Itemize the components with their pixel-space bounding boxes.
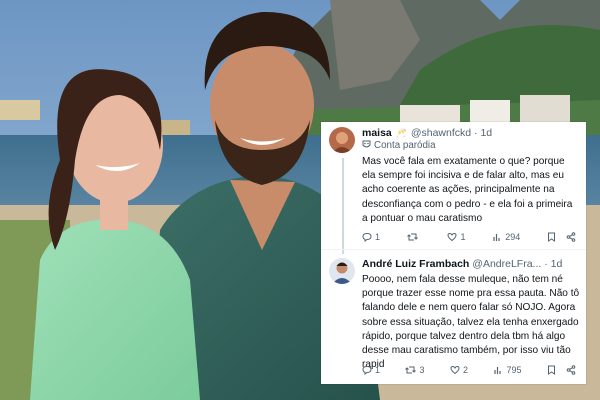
tweet-text: Mas você fala em exatamente o que? porqu… xyxy=(362,156,573,224)
display-name[interactable]: maisa xyxy=(362,127,392,139)
bookmark-icon[interactable] xyxy=(547,232,556,242)
views-button[interactable]: 294 xyxy=(492,232,520,242)
views-button[interactable]: 795 xyxy=(493,365,521,375)
reply-icon xyxy=(362,232,372,242)
tweet[interactable]: maisa 🥂 @shawnfckd · 1d Conta paródia Ma… xyxy=(321,122,586,254)
emoji-badge: 🥂 xyxy=(395,128,407,138)
parody-label: Conta paródia xyxy=(362,140,436,152)
tweet-thread-card: maisa 🥂 @shawnfckd · 1d Conta paródia Ma… xyxy=(321,122,586,384)
share-icon[interactable] xyxy=(566,365,576,375)
reply-count: 1 xyxy=(375,232,381,242)
thread-line xyxy=(342,158,344,254)
secondary-actions xyxy=(547,232,576,242)
heart-icon xyxy=(450,365,460,375)
view-count: 294 xyxy=(505,232,521,242)
reply-button[interactable]: 1 xyxy=(362,232,380,242)
avatar[interactable] xyxy=(329,127,355,153)
like-button[interactable]: 2 xyxy=(450,365,468,375)
mask-icon xyxy=(362,140,371,149)
like-count: 2 xyxy=(462,365,468,375)
secondary-actions xyxy=(547,365,576,375)
reply-icon xyxy=(362,365,372,375)
retweet-button[interactable] xyxy=(406,232,421,242)
display-name[interactable]: André Luiz Frambach xyxy=(362,258,469,270)
tweet-header: André Luiz Frambach @AndreLFra... · 1d xyxy=(362,258,582,271)
handle-and-time[interactable]: @shawnfckd · 1d xyxy=(411,127,492,139)
retweet-icon xyxy=(406,233,418,241)
share-icon[interactable] xyxy=(566,232,576,242)
heart-icon xyxy=(447,232,457,242)
retweet-count: 3 xyxy=(419,365,425,375)
tweet-header: maisa 🥂 @shawnfckd · 1d xyxy=(362,127,582,140)
tweet-actions: 1 3 2 795 xyxy=(362,363,576,377)
bookmark-icon[interactable] xyxy=(547,365,556,375)
retweet-icon xyxy=(405,366,417,374)
reply-count: 1 xyxy=(375,365,381,375)
handle-and-time[interactable]: @AndreLFra... · 1d xyxy=(472,258,562,270)
retweet-button[interactable]: 3 xyxy=(405,365,425,375)
tweet-actions: 1 1 294 xyxy=(362,230,576,244)
views-icon xyxy=(493,234,500,241)
tweet[interactable]: André Luiz Frambach @AndreLFra... · 1d P… xyxy=(321,250,586,384)
like-button[interactable]: 1 xyxy=(447,232,466,242)
parody-text: Conta paródia xyxy=(374,140,436,151)
tweet-text: Poooo, nem fala desse muleque, não tem n… xyxy=(362,274,580,371)
view-count: 795 xyxy=(506,365,522,375)
like-count: 1 xyxy=(460,232,466,242)
reply-button[interactable]: 1 xyxy=(362,365,380,375)
avatar[interactable] xyxy=(329,258,355,284)
views-icon xyxy=(494,367,502,374)
